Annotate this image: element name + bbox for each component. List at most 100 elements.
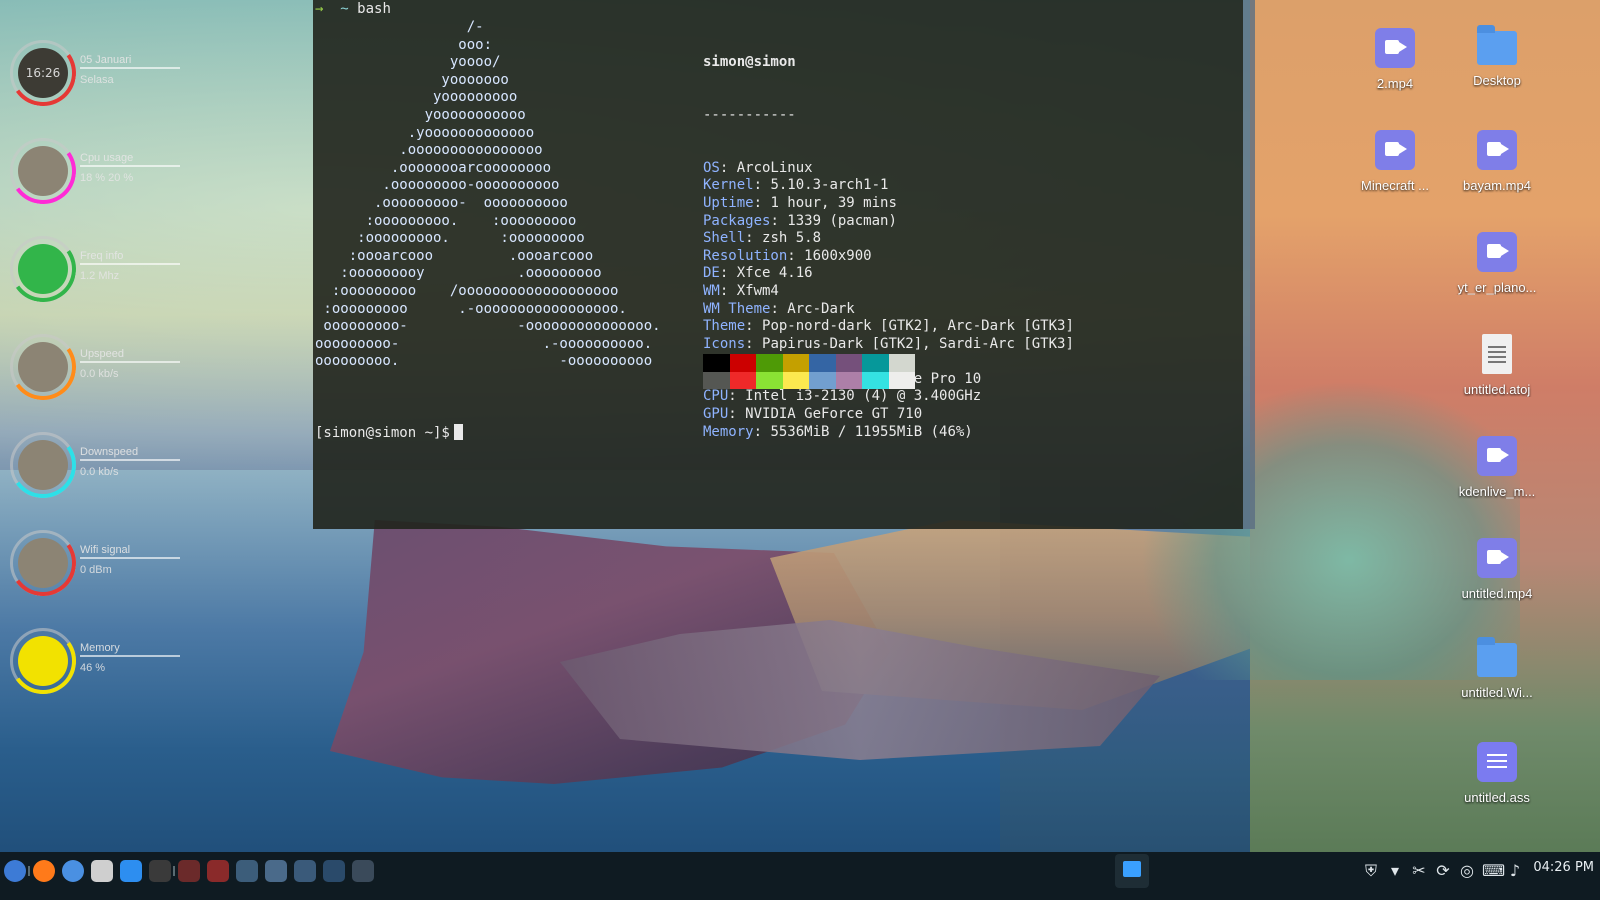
widget-label: Freq info: [80, 250, 180, 265]
conky-widget: Freq info 1.2 Mhz: [4, 230, 185, 308]
conky-widget: Wifi signal 0 dBm: [4, 524, 185, 602]
info-line: Kernel: 5.10.3-arch1-1: [703, 177, 1074, 195]
video-icon: [1375, 28, 1415, 68]
conky-widget: Memory 46 %: [4, 622, 185, 700]
files-icon[interactable]: [91, 860, 113, 882]
info-separator: -----------: [703, 106, 796, 123]
video-icon: [1477, 130, 1517, 170]
camera-glyph: [1487, 550, 1509, 564]
active-window-button[interactable]: [1115, 854, 1149, 888]
app-menu-icon[interactable]: [4, 860, 26, 882]
vscode-icon[interactable]: [120, 860, 142, 882]
info-value: 1339 (pacman): [787, 212, 897, 229]
desktop-icon[interactable]: untitled.atoj: [1452, 334, 1542, 424]
document-icon: [1477, 742, 1517, 782]
info-line: Theme: Pop-nord-dark [GTK2], Arc-Dark [G…: [703, 318, 1074, 336]
palette-swatch: [703, 354, 730, 372]
chromium-icon[interactable]: [62, 860, 84, 882]
info-line: OS: ArcoLinux: [703, 160, 1074, 178]
conky-widget: Cpu usage 18 % 20 %: [4, 132, 185, 210]
desktop-icon-label: untitled.Wi...: [1461, 685, 1533, 700]
palette-swatch: [809, 354, 836, 372]
camera-glyph: [1385, 142, 1407, 156]
widget-disc: [18, 244, 68, 294]
info-colon: :: [745, 230, 763, 247]
desktop-icon[interactable]: 2.mp4: [1350, 28, 1440, 118]
desktop-icon-label: bayam.mp4: [1463, 178, 1531, 193]
palette-swatch: [756, 354, 783, 372]
info-colon: :: [745, 335, 763, 352]
app-icon-1[interactable]: [178, 860, 200, 882]
desktop-icon[interactable]: Desktop: [1452, 25, 1542, 118]
info-line: CPU: Intel i3-2130 (4) @ 3.400GHz: [703, 388, 1074, 406]
steam-icon[interactable]: ◎: [1458, 862, 1476, 880]
text-file-icon: [1482, 334, 1512, 374]
palette-swatch: [835, 371, 862, 389]
shell-prompt[interactable]: [simon@simon ~]$: [315, 424, 463, 441]
desktop-icon-label: Desktop: [1473, 73, 1521, 88]
widget-disc: [18, 440, 68, 490]
app-icon-3[interactable]: [236, 860, 258, 882]
info-value: Pop-nord-dark [GTK2], Arc-Dark [GTK3]: [762, 318, 1074, 335]
neofetch-info: simon@simon ----------- OS: ArcoLinux Ker…: [703, 19, 1074, 476]
taskbar-clock[interactable]: 04:26 PM: [1533, 860, 1594, 875]
desktop-icon-label: untitled.mp4: [1461, 586, 1533, 601]
desktop-icon[interactable]: bayam.mp4: [1452, 130, 1542, 220]
widget-value: 0.0 kb/s: [80, 368, 119, 380]
widget-value: 46 %: [80, 662, 106, 674]
keyboard-icon[interactable]: ⌨: [1482, 862, 1505, 880]
terminal-icon[interactable]: [149, 860, 171, 882]
palette-swatch: [729, 354, 756, 372]
desktop-icon[interactable]: kdenlive_m...: [1452, 436, 1542, 526]
text-cursor: [453, 424, 463, 440]
desktop-icon[interactable]: untitled.ass: [1452, 742, 1542, 832]
app-icon-4[interactable]: [265, 860, 287, 882]
info-value: Xfwm4: [736, 282, 779, 299]
firefox-icon[interactable]: [33, 860, 55, 882]
desktop-icon[interactable]: Minecraft ...: [1350, 130, 1440, 220]
desktop-icon-label: untitled.atoj: [1463, 382, 1531, 397]
camera-glyph: [1385, 40, 1407, 54]
terminal-scrollbar[interactable]: [1243, 0, 1255, 529]
desktop-icon-label: kdenlive_m...: [1458, 484, 1536, 499]
desktop-icon[interactable]: yt_er_plano...: [1452, 232, 1542, 322]
info-value: ArcoLinux: [736, 159, 813, 176]
info-key: GPU: [703, 406, 729, 423]
info-line: GPU: NVIDIA GeForce GT 710: [703, 406, 1074, 424]
palette-swatch: [782, 354, 809, 372]
info-colon: :: [719, 282, 737, 299]
clip-icon[interactable]: ✂: [1410, 862, 1428, 880]
video-icon: [1477, 232, 1517, 272]
updates-icon[interactable]: ⟳: [1434, 862, 1452, 880]
wifi-icon[interactable]: ▾: [1386, 862, 1404, 880]
app-icon-5[interactable]: [294, 860, 316, 882]
terminal-window[interactable]: → ~ bash /- ooo: yoooo/ yooooooo yoooooo…: [313, 0, 1243, 529]
widget-value: 0 dBm: [80, 564, 112, 576]
widget-label: Downspeed: [80, 446, 180, 461]
app-icon-2[interactable]: [207, 860, 229, 882]
desktop-icon[interactable]: untitled.mp4: [1452, 538, 1542, 628]
desktop-icon-label: untitled.ass: [1464, 790, 1530, 805]
window-icon: [1123, 861, 1141, 877]
info-value: Arc-Dark: [787, 300, 855, 317]
desktop-icon-label: 2.mp4: [1376, 76, 1414, 91]
info-key: CPU: [703, 388, 729, 405]
info-key: Uptime: [703, 194, 754, 211]
app-icon-7[interactable]: [352, 860, 374, 882]
shield-icon[interactable]: ⛨: [1362, 862, 1380, 880]
info-key: OS: [703, 159, 720, 176]
video-icon: [1477, 538, 1517, 578]
info-key: WM Theme: [703, 300, 771, 317]
info-colon: :: [770, 300, 788, 317]
info-line: Packages: 1339 (pacman): [703, 213, 1074, 231]
info-colon: :: [728, 388, 746, 405]
info-line: Uptime: 1 hour, 39 mins: [703, 195, 1074, 213]
palette-swatch: [888, 354, 915, 372]
volume-icon[interactable]: ♪: [1506, 862, 1524, 880]
palette-swatch: [729, 371, 756, 389]
app-icon-6[interactable]: [323, 860, 345, 882]
info-key: Packages: [703, 212, 771, 229]
taskbar-separator: [173, 866, 175, 876]
title-shell: bash: [357, 1, 391, 17]
desktop-icon[interactable]: untitled.Wi...: [1452, 637, 1542, 730]
